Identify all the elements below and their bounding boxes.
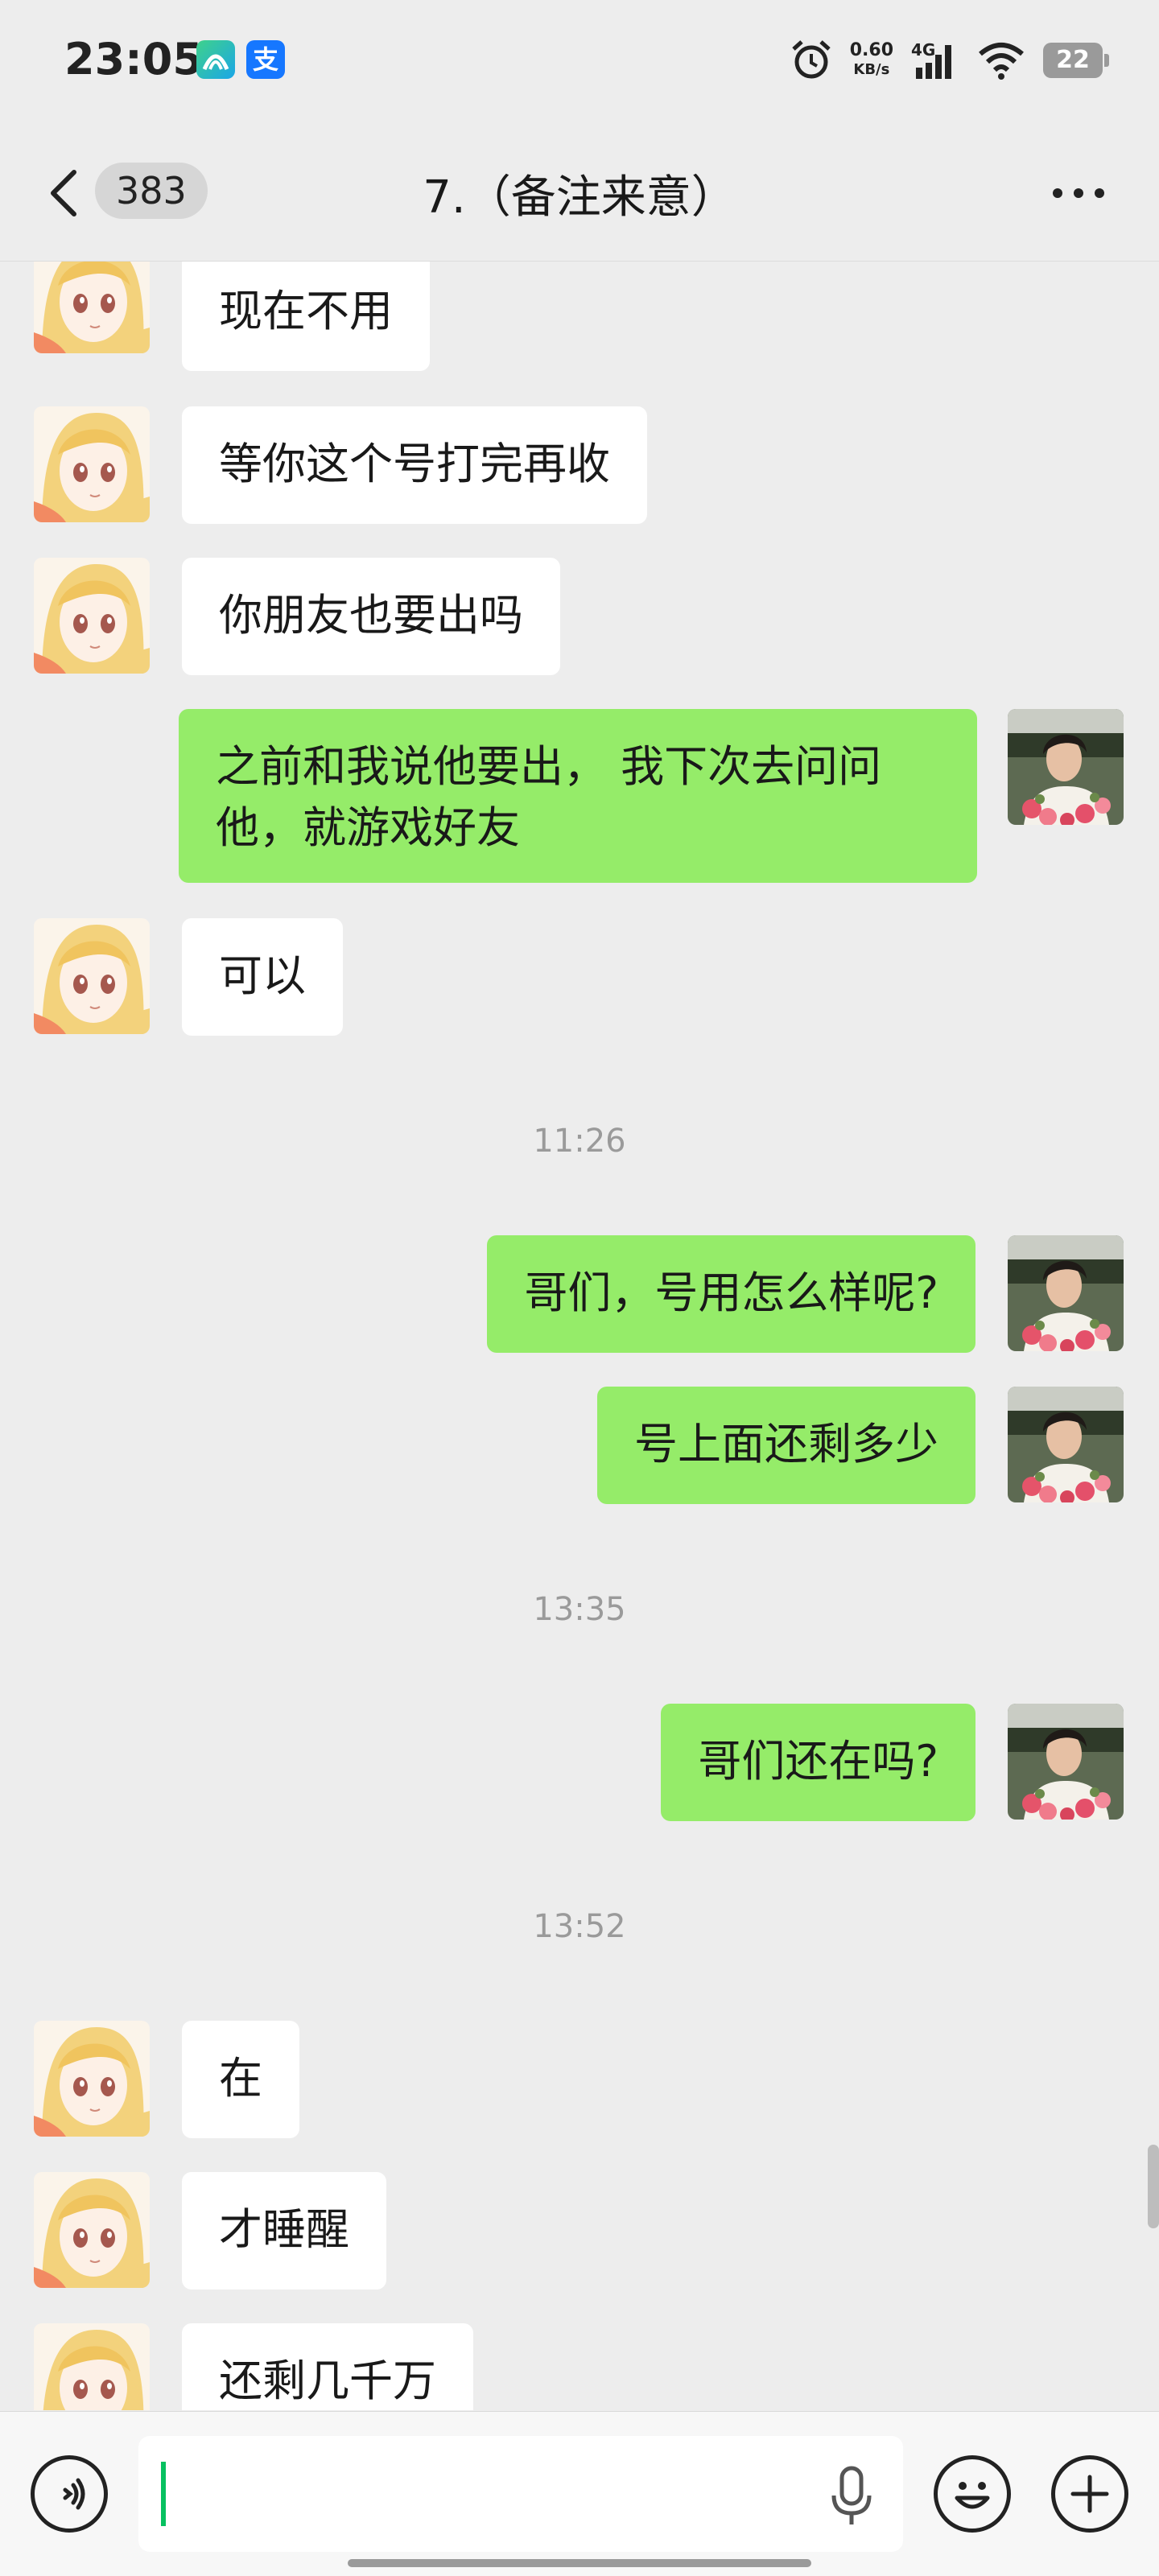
add-button[interactable] <box>1051 2455 1128 2533</box>
timestamp-separator: 11:26 <box>533 1123 626 1160</box>
message-list[interactable]: 现在不用 等你这个号打完再收 你朋友也要出吗 之前和我说他要出， 我下次去问问 … <box>0 262 1159 2410</box>
contact-avatar[interactable] <box>34 918 150 1034</box>
cellular-signal: 4G <box>911 40 959 80</box>
more-options-button[interactable] <box>1046 169 1111 217</box>
emoji-button[interactable] <box>934 2455 1011 2533</box>
message-outgoing: 号上面还剩多少 <box>0 1387 1159 1507</box>
battery-indicator: 22 <box>1043 43 1109 78</box>
user-avatar[interactable] <box>1008 709 1124 825</box>
message-input[interactable] <box>138 2436 903 2552</box>
timestamp-separator: 13:35 <box>533 1591 626 1628</box>
message-bubble[interactable]: 哥们，号用怎么样呢? <box>487 1235 975 1353</box>
user-avatar[interactable] <box>1008 1387 1124 1502</box>
timestamp-separator: 13:52 <box>533 1908 626 1945</box>
message-bubble[interactable]: 哥们还在吗? <box>661 1704 975 1821</box>
status-bar: 23:05 支 0.60 KB/s 4G 22 <box>0 0 1159 121</box>
message-bubble[interactable]: 你朋友也要出吗 <box>182 558 560 675</box>
signal-icon <box>916 45 951 79</box>
message-incoming: 现在不用 <box>0 262 1159 374</box>
microphone-icon[interactable] <box>819 2460 884 2533</box>
message-line: 他，就游戏好友 <box>216 802 520 853</box>
user-avatar[interactable] <box>1008 1235 1124 1351</box>
message-bubble[interactable]: 可以 <box>182 918 343 1036</box>
network-speed: 0.60 KB/s <box>849 40 893 79</box>
voice-toggle-button[interactable] <box>31 2455 108 2533</box>
chat-header: 383 7.（备注来意） <box>0 121 1159 262</box>
chat-title: 7.（备注来意） <box>423 171 736 224</box>
home-indicator[interactable] <box>348 2559 811 2567</box>
emoji-icon <box>955 2482 990 2509</box>
message-bubble[interactable]: 号上面还剩多少 <box>597 1387 975 1504</box>
message-line: 之前和我说他要出， 我下次去问问 <box>216 741 882 792</box>
scrollbar-thumb[interactable] <box>1148 2145 1159 2228</box>
contact-avatar[interactable] <box>34 2021 150 2137</box>
message-bubble[interactable]: 还剩几千万 <box>182 2323 473 2410</box>
message-outgoing: 之前和我说他要出， 我下次去问问 他，就游戏好友 <box>0 709 1159 886</box>
status-indicators: 0.60 KB/s 4G 22 <box>790 32 1109 89</box>
status-time: 23:05 <box>64 34 203 84</box>
voice-icon <box>63 2478 85 2510</box>
more-dots-icon <box>1053 188 1104 198</box>
message-incoming: 才睡醒 <box>0 2172 1159 2293</box>
message-bubble[interactable]: 现在不用 <box>182 262 430 371</box>
ai-assistant-icon <box>196 40 235 79</box>
message-outgoing: 哥们还在吗? <box>0 1704 1159 1824</box>
message-incoming: 在 <box>0 2021 1159 2141</box>
input-bar <box>0 2411 1159 2576</box>
text-cursor <box>161 2462 166 2526</box>
contact-avatar[interactable] <box>34 558 150 674</box>
wifi-icon <box>979 43 1024 80</box>
message-incoming: 你朋友也要出吗 <box>0 558 1159 678</box>
message-bubble[interactable]: 等你这个号打完再收 <box>182 406 647 524</box>
message-bubble[interactable]: 才睡醒 <box>182 2172 386 2290</box>
message-incoming: 等你这个号打完再收 <box>0 406 1159 527</box>
message-incoming: 可以 <box>0 918 1159 1039</box>
contact-avatar[interactable] <box>34 2172 150 2288</box>
alipay-icon: 支 <box>246 40 285 79</box>
message-incoming: 还剩几千万 <box>0 2323 1159 2410</box>
message-outgoing: 哥们，号用怎么样呢? <box>0 1235 1159 1356</box>
user-avatar[interactable] <box>1008 1704 1124 1820</box>
contact-avatar[interactable] <box>34 262 150 353</box>
message-bubble[interactable]: 在 <box>182 2021 299 2138</box>
message-bubble[interactable]: 之前和我说他要出， 我下次去问问 他，就游戏好友 <box>179 709 977 883</box>
alarm-icon <box>792 40 831 79</box>
contact-avatar[interactable] <box>34 406 150 522</box>
contact-avatar[interactable] <box>34 2323 150 2410</box>
add-icon <box>1070 2475 1109 2513</box>
